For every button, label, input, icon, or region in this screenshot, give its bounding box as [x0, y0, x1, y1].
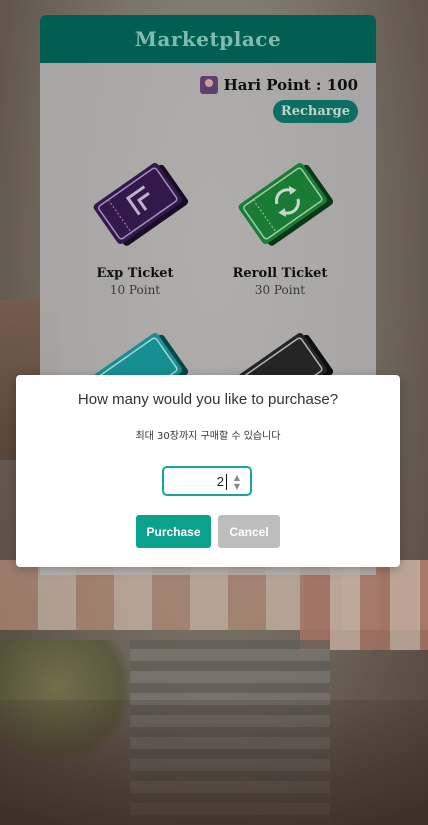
quantity-stepper[interactable]: ▲ ▼	[232, 473, 242, 491]
dialog-subtitle: 최대 30장까지 구매할 수 있습니다	[135, 431, 281, 442]
chevron-up-icon[interactable]: ▲	[232, 473, 242, 482]
quantity-input[interactable]: 2 ▲ ▼	[162, 466, 252, 496]
quantity-value: 2	[216, 474, 224, 489]
purchase-dialog: How many would you like to purchase? 최대 …	[16, 375, 400, 567]
text-caret	[226, 474, 227, 490]
dialog-title: How many would you like to purchase?	[77, 391, 339, 408]
purchase-button[interactable]: Purchase	[136, 515, 211, 548]
cancel-button[interactable]: Cancel	[218, 515, 280, 548]
chevron-down-icon[interactable]: ▼	[232, 482, 242, 491]
